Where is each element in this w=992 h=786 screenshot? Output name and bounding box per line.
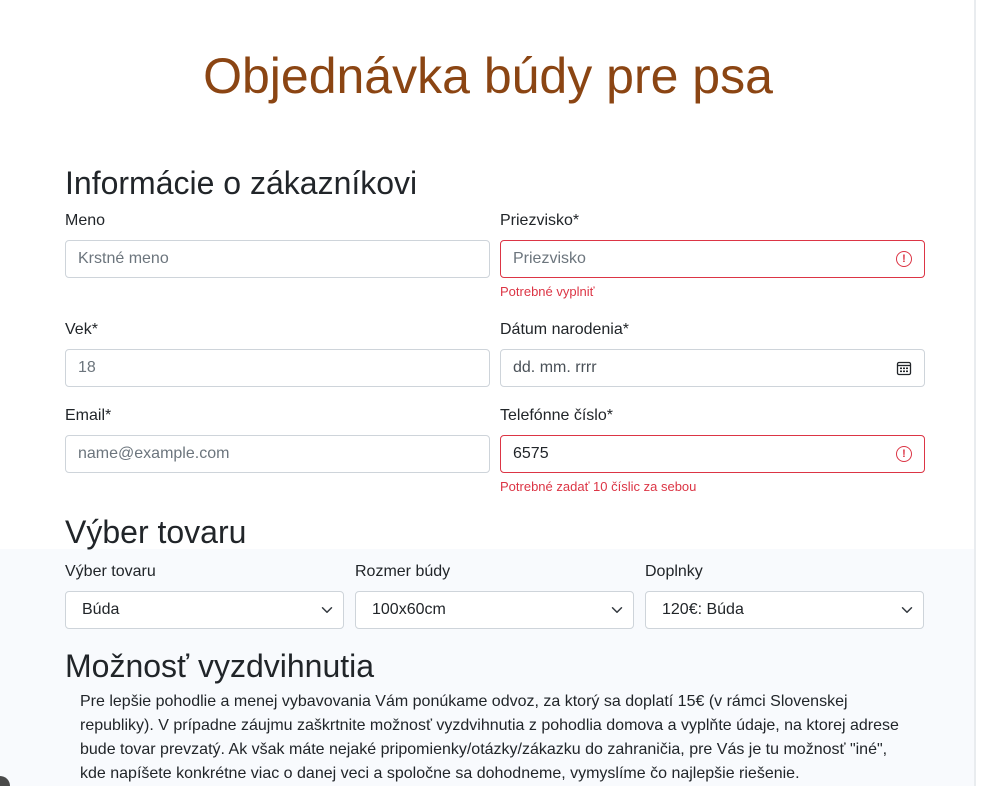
product-type-value: Búda — [82, 601, 120, 618]
age-input[interactable]: 18 — [65, 349, 490, 387]
last-name-placeholder: Priezvisko — [513, 250, 586, 267]
product-type-select[interactable]: Búda — [65, 591, 344, 629]
error-icon: ! — [896, 251, 912, 267]
phone-error: Potrebné zadať 10 číslic za sebou — [500, 479, 697, 494]
product-section-title: Výber tovaru — [65, 514, 247, 550]
age-placeholder: 18 — [78, 359, 96, 376]
last-name-input[interactable]: Priezvisko ! — [500, 240, 925, 278]
birth-date-input[interactable]: dd. mm. rrrr — [500, 349, 925, 387]
age-label: Vek* — [65, 321, 98, 338]
birth-date-label: Dátum narodenia* — [500, 321, 629, 338]
email-label: Email* — [65, 407, 112, 424]
pickup-section-title: Možnosť vyzdvihnutia — [65, 648, 375, 684]
customer-section-title: Informácie o zákazníkovi — [65, 165, 418, 201]
phone-label: Telefónne číslo* — [500, 407, 613, 424]
size-value: 100x60cm — [372, 601, 446, 618]
phone-value: 6575 — [513, 445, 549, 462]
chevron-down-icon — [901, 607, 913, 613]
page-title: Objednávka búdy pre psa — [203, 48, 773, 104]
email-input[interactable]: name@example.com — [65, 435, 490, 473]
error-icon: ! — [896, 446, 912, 462]
calendar-icon[interactable] — [896, 360, 912, 376]
size-select[interactable]: 100x60cm — [355, 591, 634, 629]
birth-date-placeholder: dd. mm. rrrr — [513, 359, 597, 376]
size-label: Rozmer búdy — [355, 563, 451, 580]
extras-select[interactable]: 120€: Búda — [645, 591, 924, 629]
first-name-placeholder: Krstné meno — [78, 250, 169, 267]
chevron-down-icon — [321, 607, 333, 613]
last-name-error: Potrebné vyplniť — [500, 284, 595, 299]
scroll-area — [976, 0, 992, 786]
extras-label: Doplnky — [645, 563, 703, 580]
extras-value: 120€: Búda — [662, 601, 744, 618]
first-name-label: Meno — [65, 212, 106, 229]
phone-input[interactable]: 6575 ! — [500, 435, 925, 473]
last-name-label: Priezvisko* — [500, 212, 580, 229]
chevron-down-icon — [611, 607, 623, 613]
email-placeholder: name@example.com — [78, 445, 230, 462]
first-name-input[interactable]: Krstné meno — [65, 240, 490, 278]
product-type-label: Výber tovaru — [65, 563, 156, 580]
pickup-description: Pre lepšie pohodlie a menej vybavovania … — [80, 693, 899, 782]
